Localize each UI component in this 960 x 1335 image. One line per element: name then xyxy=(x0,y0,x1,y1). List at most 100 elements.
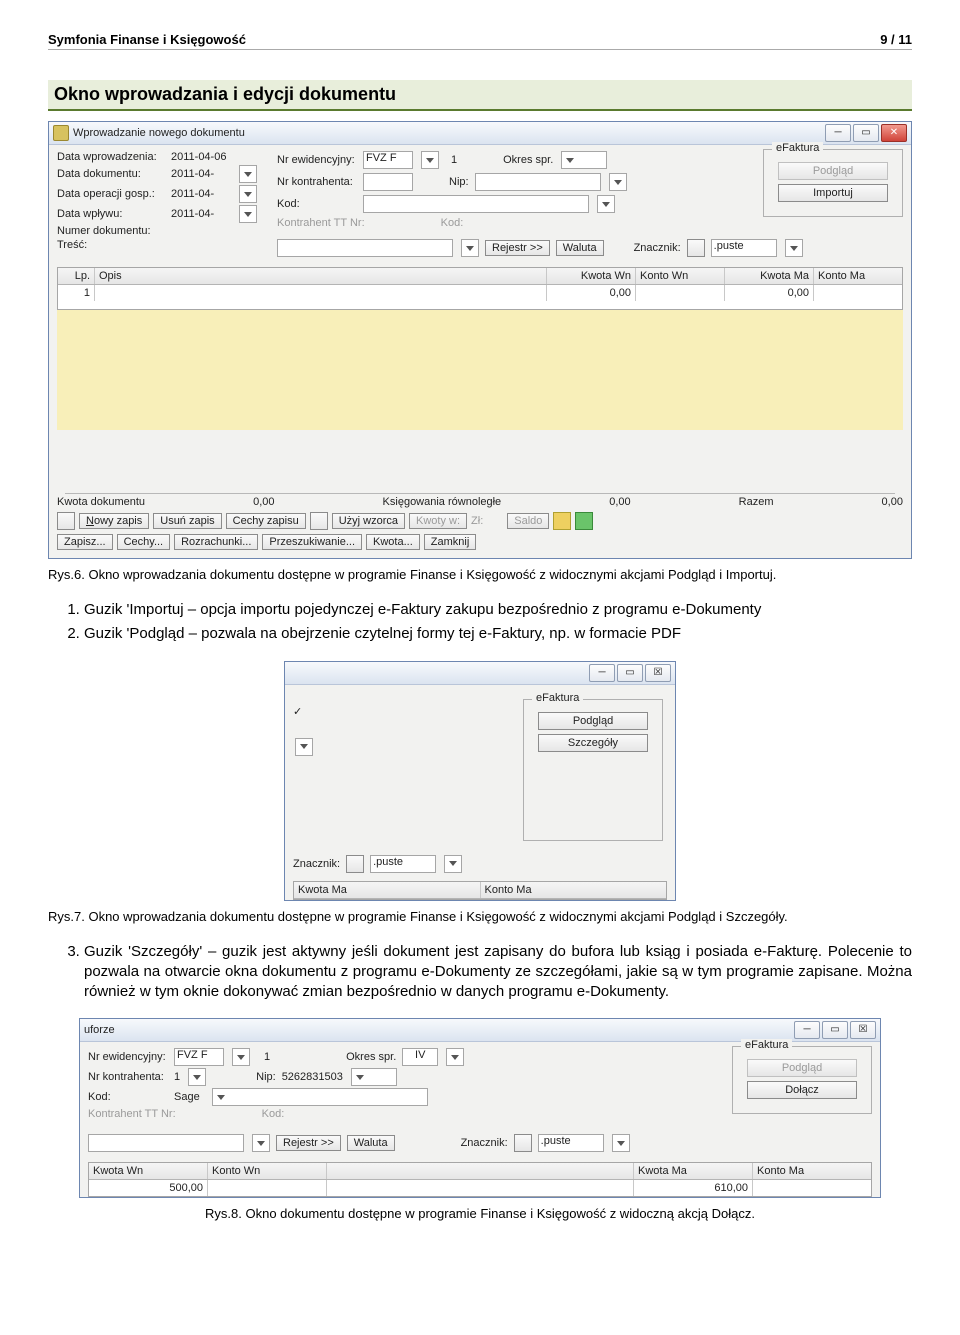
dropdown-okres-3[interactable] xyxy=(446,1048,464,1066)
minimize-button-3[interactable]: ─ xyxy=(794,1021,820,1039)
value-ksieg-row: 0,00 xyxy=(609,496,630,508)
dropdown-tresc-3[interactable] xyxy=(252,1134,270,1152)
waluta-button-3[interactable]: Waluta xyxy=(347,1135,395,1151)
dropdown-nr-kontr-3[interactable] xyxy=(188,1068,206,1086)
label-data-wpl: Data wpływu: xyxy=(57,208,165,220)
coins-icon[interactable] xyxy=(553,512,571,530)
titlebar-2[interactable]: ─ ▭ ☒ xyxy=(285,662,675,685)
input-okres-3[interactable]: IV xyxy=(402,1048,438,1066)
label-znacznik: Znacznik: xyxy=(634,242,681,254)
label-okres-3: Okres spr. xyxy=(346,1051,396,1063)
entries-grid: Lp. Opis Kwota Wn Konto Wn Kwota Ma Kont… xyxy=(57,267,903,310)
input-kod[interactable] xyxy=(363,195,589,213)
value-data-wpl: 2011-04- xyxy=(171,208,231,220)
cechy-button[interactable]: Cechy... xyxy=(117,534,171,550)
input-nip[interactable] xyxy=(475,173,601,191)
kwota-button[interactable]: Kwota... xyxy=(366,534,420,550)
dropdown-znacznik-2[interactable] xyxy=(444,855,462,873)
input-znacznik[interactable]: .puste xyxy=(711,239,777,257)
uzyj-wzorca-button[interactable]: Użyj wzorca xyxy=(332,513,405,529)
minimize-button-2[interactable]: ─ xyxy=(589,664,615,682)
close-button[interactable]: ✕ xyxy=(881,124,907,142)
recycle-icon[interactable] xyxy=(575,512,593,530)
cell-knma xyxy=(814,285,902,301)
dropdown-nr-ewid-3[interactable] xyxy=(232,1048,250,1066)
col-kwma-3: Kwota Ma xyxy=(634,1163,753,1179)
input-nr-ewid-prefix-3[interactable]: FVZ F xyxy=(174,1048,224,1066)
maximize-button-3[interactable]: ▭ xyxy=(822,1021,848,1039)
przeszukiwanie-button[interactable]: Przeszukiwanie... xyxy=(262,534,362,550)
zapisz-button[interactable]: Zapisz... xyxy=(57,534,113,550)
waluta-button[interactable]: Waluta xyxy=(556,240,604,256)
cell-kwwn-3: 500,00 xyxy=(89,1180,208,1196)
znacznik-color-3[interactable] xyxy=(514,1134,532,1152)
label-okres: Okres spr. xyxy=(503,154,553,166)
dropdown-znacznik[interactable] xyxy=(785,239,803,257)
podglad-button-2[interactable]: Podgląd xyxy=(538,712,648,730)
label-nip-3: Nip: xyxy=(256,1071,276,1083)
dropdown-tresc[interactable] xyxy=(461,239,479,257)
maximize-button-2[interactable]: ▭ xyxy=(617,664,643,682)
importuj-button[interactable]: Importuj xyxy=(778,184,888,202)
close-button-2[interactable]: ☒ xyxy=(645,664,671,682)
podglad-button[interactable]: Podgląd xyxy=(778,162,888,180)
dropdown-left[interactable] xyxy=(295,738,313,756)
cell-kwma-3: 610,00 xyxy=(634,1180,753,1196)
icon-rows[interactable] xyxy=(310,512,328,530)
dropdown-kod[interactable] xyxy=(597,195,615,213)
table-row[interactable]: 1 0,00 0,00 xyxy=(58,285,902,301)
dropdown-data-op[interactable] xyxy=(239,185,257,203)
col-knwn-3: Konto Wn xyxy=(208,1163,327,1179)
value-nr-ewid-num: 1 xyxy=(451,154,457,166)
rozrachunki-button[interactable]: Rozrachunki... xyxy=(174,534,258,550)
saldo-button: Saldo xyxy=(507,513,549,529)
dropdown-data-wpl[interactable] xyxy=(239,205,257,223)
rejestr-button[interactable]: Rejestr >> xyxy=(485,240,550,256)
rejestr-button-3[interactable]: Rejestr >> xyxy=(276,1135,341,1151)
input-nr-ewid-prefix[interactable]: FVZ F xyxy=(363,151,413,169)
zamknij-button[interactable]: Zamknij xyxy=(424,534,477,550)
value-data-dok: 2011-04- xyxy=(171,168,231,180)
dropdown-nip[interactable] xyxy=(609,173,627,191)
grid-empty-area xyxy=(57,310,903,430)
znacznik-color-2[interactable] xyxy=(346,855,364,873)
dropdown-nip-3[interactable] xyxy=(351,1068,397,1086)
label-kod: Kod: xyxy=(277,198,357,210)
usun-zapis-button[interactable]: Usuń zapis xyxy=(153,513,221,529)
col-lp: Lp. xyxy=(58,268,95,284)
icon-tree[interactable] xyxy=(57,512,75,530)
dropdown-kod-3[interactable] xyxy=(212,1088,428,1106)
nowy-zapis-button[interactable]: NNowy zapisowy zapis xyxy=(79,513,149,529)
label-nr-kontr: Nr kontrahenta: xyxy=(277,176,357,188)
efaktura-group-3: eFaktura Podgląd Dołącz xyxy=(732,1046,872,1114)
dropdown-nr-ewid[interactable] xyxy=(421,151,439,169)
input-znacznik-2[interactable]: .puste xyxy=(370,855,436,873)
col-kwota-ma: Kwota Ma xyxy=(725,268,814,284)
input-znacznik-3[interactable]: .puste xyxy=(538,1134,604,1152)
dropdown-okres[interactable] xyxy=(561,151,607,169)
maximize-button[interactable]: ▭ xyxy=(853,124,879,142)
szczegoly-button[interactable]: Szczegóły xyxy=(538,734,648,752)
list-item-2: Guzik 'Podgląd – pozwala na obejrzenie c… xyxy=(84,624,912,644)
input-tresc-3[interactable] xyxy=(88,1134,244,1152)
cechy-zapisu-button[interactable]: Cechy zapisu xyxy=(226,513,306,529)
value-nip-3: 5262831503 xyxy=(282,1071,343,1083)
label-ksieg-row: Księgowania równoległe xyxy=(383,496,502,508)
label-nr-ewid-3: Nr ewidencyjny: xyxy=(88,1051,168,1063)
dolacz-button[interactable]: Dołącz xyxy=(747,1081,857,1099)
section-title: Okno wprowadzania i edycji dokumentu xyxy=(48,80,912,111)
input-nr-kontr[interactable] xyxy=(363,173,413,191)
check-icon: ✓ xyxy=(293,706,302,718)
close-button-3[interactable]: ☒ xyxy=(850,1021,876,1039)
label-kwota-dok: Kwota dokumentu xyxy=(57,496,145,508)
minimize-button[interactable]: ─ xyxy=(825,124,851,142)
dropdown-data-dok[interactable] xyxy=(239,165,257,183)
znacznik-color[interactable] xyxy=(687,239,705,257)
label-kod2: Kod: xyxy=(441,217,464,229)
page-number: 9 / 11 xyxy=(880,32,912,47)
dropdown-znacznik-3[interactable] xyxy=(612,1134,630,1152)
table-row-3[interactable]: 500,00 610,00 xyxy=(89,1180,871,1196)
podglad-button-3[interactable]: Podgląd xyxy=(747,1059,857,1077)
input-tresc[interactable] xyxy=(277,239,453,257)
col-knma-2: Konto Ma xyxy=(481,882,667,898)
